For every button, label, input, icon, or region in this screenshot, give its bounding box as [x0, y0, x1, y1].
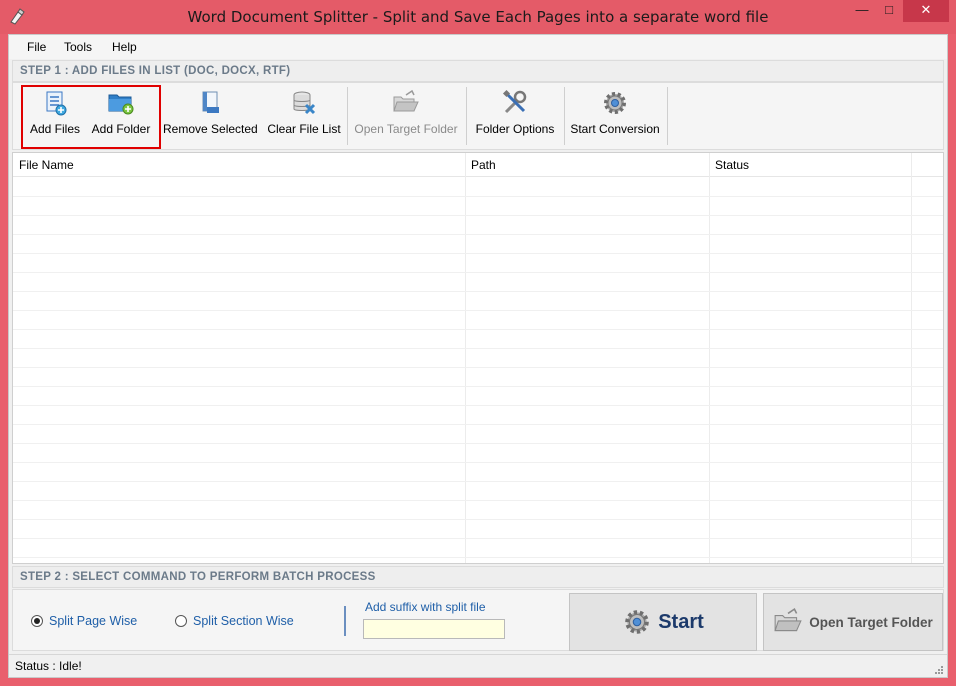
grid-row-line: [13, 196, 943, 197]
resize-grip-icon[interactable]: [933, 664, 943, 674]
app-window: Word Document Splitter - Split and Save …: [0, 0, 956, 686]
grid-row-line: [13, 234, 943, 235]
title-bar[interactable]: Word Document Splitter - Split and Save …: [0, 0, 956, 34]
start-conversion-label: Start Conversion: [570, 122, 660, 136]
highlight-box: [21, 85, 161, 149]
grid-row-line: [13, 462, 943, 463]
split-page-wise-label: Split Page Wise: [49, 614, 138, 628]
column-file-name[interactable]: File Name: [19, 158, 74, 172]
grid-row-line: [13, 500, 943, 501]
folder-options-label: Folder Options: [475, 122, 555, 136]
clear-file-list-button[interactable]: Clear File List: [266, 87, 342, 143]
grid-header: File Name Path Status: [13, 153, 943, 177]
grid-row-line: [13, 481, 943, 482]
status-bar: Status : Idle!: [9, 654, 947, 677]
toolbar-separator: [347, 87, 348, 145]
toolbar-separator: [564, 87, 565, 145]
suffix-label: Add suffix with split file: [365, 600, 486, 614]
folder-options-button[interactable]: Folder Options: [473, 87, 557, 143]
remove-file-icon: [202, 91, 219, 113]
radio-selected-indicator: [31, 615, 43, 627]
grid-row-line: [13, 215, 943, 216]
split-section-wise-label: Split Section Wise: [193, 614, 294, 628]
suffix-input[interactable]: [363, 619, 505, 639]
start-button-label: Start: [658, 610, 704, 633]
toolbar-separator: [466, 87, 467, 145]
menu-help[interactable]: Help: [112, 40, 137, 54]
status-text: Status : Idle!: [15, 659, 82, 673]
step1-header: STEP 1 : ADD FILES IN LIST (DOC, DOCX, R…: [12, 60, 944, 82]
grid-row-line: [13, 557, 943, 558]
step2-header: STEP 2 : SELECT COMMAND TO PERFORM BATCH…: [12, 566, 944, 588]
grid-row-line: [13, 519, 943, 520]
open-target-folder-toolbar-label: Open Target Folder: [354, 122, 458, 136]
grid-row-line: [13, 272, 943, 273]
menu-bar: File Tools Help: [9, 35, 947, 59]
database-delete-icon: [293, 91, 316, 115]
client-area: File Tools Help STEP 1 : ADD FILES IN LI…: [8, 34, 948, 678]
grid-row-line: [13, 310, 943, 311]
start-conversion-button[interactable]: Start Conversion: [569, 87, 661, 143]
radio-unselected-indicator: [175, 615, 187, 627]
grid-row-line: [13, 386, 943, 387]
remove-selected-label: Remove Selected: [163, 122, 258, 136]
grid-row-line: [13, 253, 943, 254]
maximize-button[interactable]: □: [876, 0, 902, 22]
grid-row-line: [13, 443, 943, 444]
grid-row-line: [13, 424, 943, 425]
grid-row-line: [13, 538, 943, 539]
open-folder-icon: [393, 89, 419, 112]
clear-file-list-label: Clear File List: [267, 122, 341, 136]
start-button[interactable]: Start: [569, 593, 757, 651]
grid-row-line: [13, 348, 943, 349]
toolbar-separator: [667, 87, 668, 145]
open-folder-icon: [774, 607, 802, 632]
close-button[interactable]: ✕: [903, 0, 949, 22]
grid-row-line: [13, 405, 943, 406]
minimize-button[interactable]: —: [848, 0, 876, 22]
grid-row-line: [13, 291, 943, 292]
toolbar: Add Files Add Folder Remove Selected Cle…: [12, 82, 944, 150]
open-target-folder-toolbar-button[interactable]: Open Target Folder: [353, 87, 459, 143]
vertical-separator: [344, 606, 346, 636]
open-target-folder-label: Open Target Folder: [809, 614, 933, 630]
gear-icon: [604, 92, 626, 114]
remove-selected-button[interactable]: Remove Selected: [163, 87, 258, 143]
open-target-folder-button[interactable]: Open Target Folder: [763, 593, 943, 651]
column-path[interactable]: Path: [471, 158, 496, 172]
grid-row-line: [13, 329, 943, 330]
grid-row-line: [13, 367, 943, 368]
column-status[interactable]: Status: [715, 158, 749, 172]
gear-icon: [625, 610, 649, 634]
menu-file[interactable]: File: [27, 40, 46, 54]
menu-tools[interactable]: Tools: [64, 40, 92, 54]
file-list-grid[interactable]: File Name Path Status: [12, 152, 944, 564]
tools-icon: [502, 89, 527, 114]
process-panel: Split Page Wise Split Section Wise Add s…: [12, 589, 944, 651]
window-title: Word Document Splitter - Split and Save …: [187, 8, 769, 26]
